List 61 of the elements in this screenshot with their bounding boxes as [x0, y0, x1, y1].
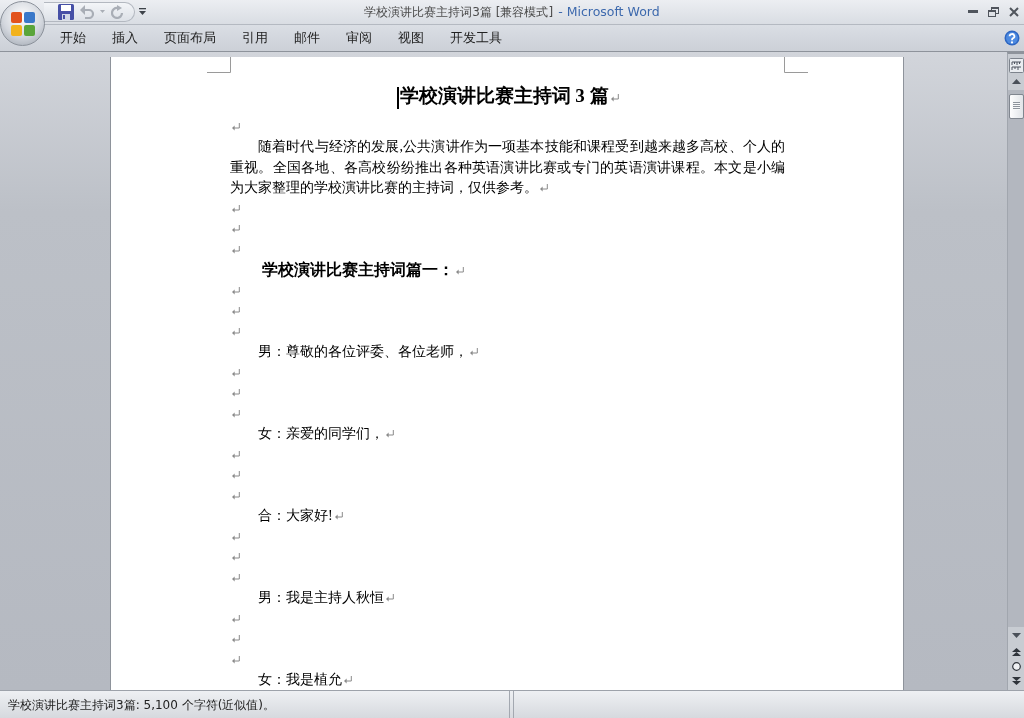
double-up-arrow-icon[interactable] [1011, 648, 1021, 657]
paragraph-mark-icon [232, 409, 240, 418]
ribbon-tab[interactable]: 视图 [385, 26, 437, 49]
ribbon-tab[interactable]: 插入 [99, 26, 151, 49]
down-arrow-icon[interactable] [1011, 633, 1021, 639]
paragraph-mark-icon [232, 655, 240, 664]
paragraph-mark-icon [232, 532, 240, 541]
paragraph-mark-icon [232, 553, 240, 562]
paragraph-mark-icon [232, 204, 240, 213]
paragraph-mark-icon [232, 368, 240, 377]
paragraph-mark-icon [232, 450, 240, 459]
ribbon-tab[interactable]: 开发工具 [437, 26, 515, 49]
dialogue-line: 合：大家好! [258, 508, 333, 524]
window-title: 学校演讲比赛主持词3篇 [兼容模式] [364, 4, 554, 21]
paragraph-mark-icon [232, 122, 240, 131]
document-title: 学校演讲比赛主持词 3 篇 [399, 84, 609, 106]
ribbon-tab[interactable]: 邮件 [281, 26, 333, 49]
paragraph-mark-icon [344, 676, 352, 685]
paragraph-mark-icon [232, 614, 240, 623]
close-icon[interactable] [1009, 7, 1019, 17]
paragraph-mark-icon [386, 594, 394, 603]
ribbon-tab[interactable]: 引用 [229, 26, 281, 49]
paragraph-mark-icon [232, 471, 240, 480]
ribbon-tab[interactable]: 页面布局 [151, 26, 229, 49]
double-down-arrow-icon[interactable] [1011, 677, 1021, 686]
paragraph-mark-icon [456, 267, 464, 276]
ribbon-tab[interactable]: 审阅 [333, 26, 385, 49]
paragraph-mark-icon [540, 184, 548, 193]
paragraph-mark-icon [386, 430, 394, 439]
paragraph-mark-icon [232, 491, 240, 500]
paragraph-mark-icon [232, 225, 240, 234]
dialogue-line: 男：尊敬的各位评委、各位老师， [258, 344, 468, 360]
paragraph-text: 随着时代与经济的发展,公共演讲作为一项基本技能和课程受到越来越多高校、个人的重视。全国各地、各高校纷纷推出各种英语演讲比赛或专门的英语演讲课程。本文是小编为大家整理的学校演讲比赛的主持词，仅供参考。 [230, 139, 785, 196]
paragraph-mark-icon [610, 93, 619, 102]
circle-icon[interactable] [1011, 662, 1021, 672]
paragraph-mark-icon [232, 286, 240, 295]
paragraph-mark-icon [232, 389, 240, 398]
office-logo-icon [10, 11, 35, 36]
dropdown-caret-icon[interactable] [139, 8, 146, 16]
app-name: - Microsoft Word [558, 2, 660, 21]
paragraph-mark-icon [232, 327, 240, 336]
paragraph-mark-icon [232, 635, 240, 644]
paragraph-mark-icon [232, 307, 240, 316]
dialogue-line: 女：亲爱的同学们， [258, 426, 384, 442]
paragraph-mark-icon [232, 245, 240, 254]
dialogue-line: 女：我是植允 [258, 672, 342, 688]
section-heading: 学校演讲比赛主持词篇一： [262, 261, 454, 279]
paragraph-mark-icon [334, 512, 343, 521]
scroll-thumb[interactable] [1008, 93, 1024, 119]
ribbon-tab[interactable]: 开始 [47, 26, 99, 49]
up-arrow-icon[interactable] [1011, 78, 1021, 84]
help-icon[interactable] [1004, 29, 1020, 46]
minimize-icon[interactable] [968, 10, 978, 14]
status-text: 学校演讲比赛主持词3篇: 5,100 个字符(近似值)。 [8, 696, 276, 714]
save-icon[interactable] [58, 4, 74, 20]
dialogue-line: 男：我是主持人秋恒 [258, 590, 384, 606]
paragraph-mark-icon [470, 348, 478, 357]
ruler-icon[interactable] [1008, 57, 1024, 73]
restore-icon[interactable] [988, 7, 999, 17]
paragraph-mark-icon [232, 573, 240, 582]
text-cursor [396, 86, 399, 109]
